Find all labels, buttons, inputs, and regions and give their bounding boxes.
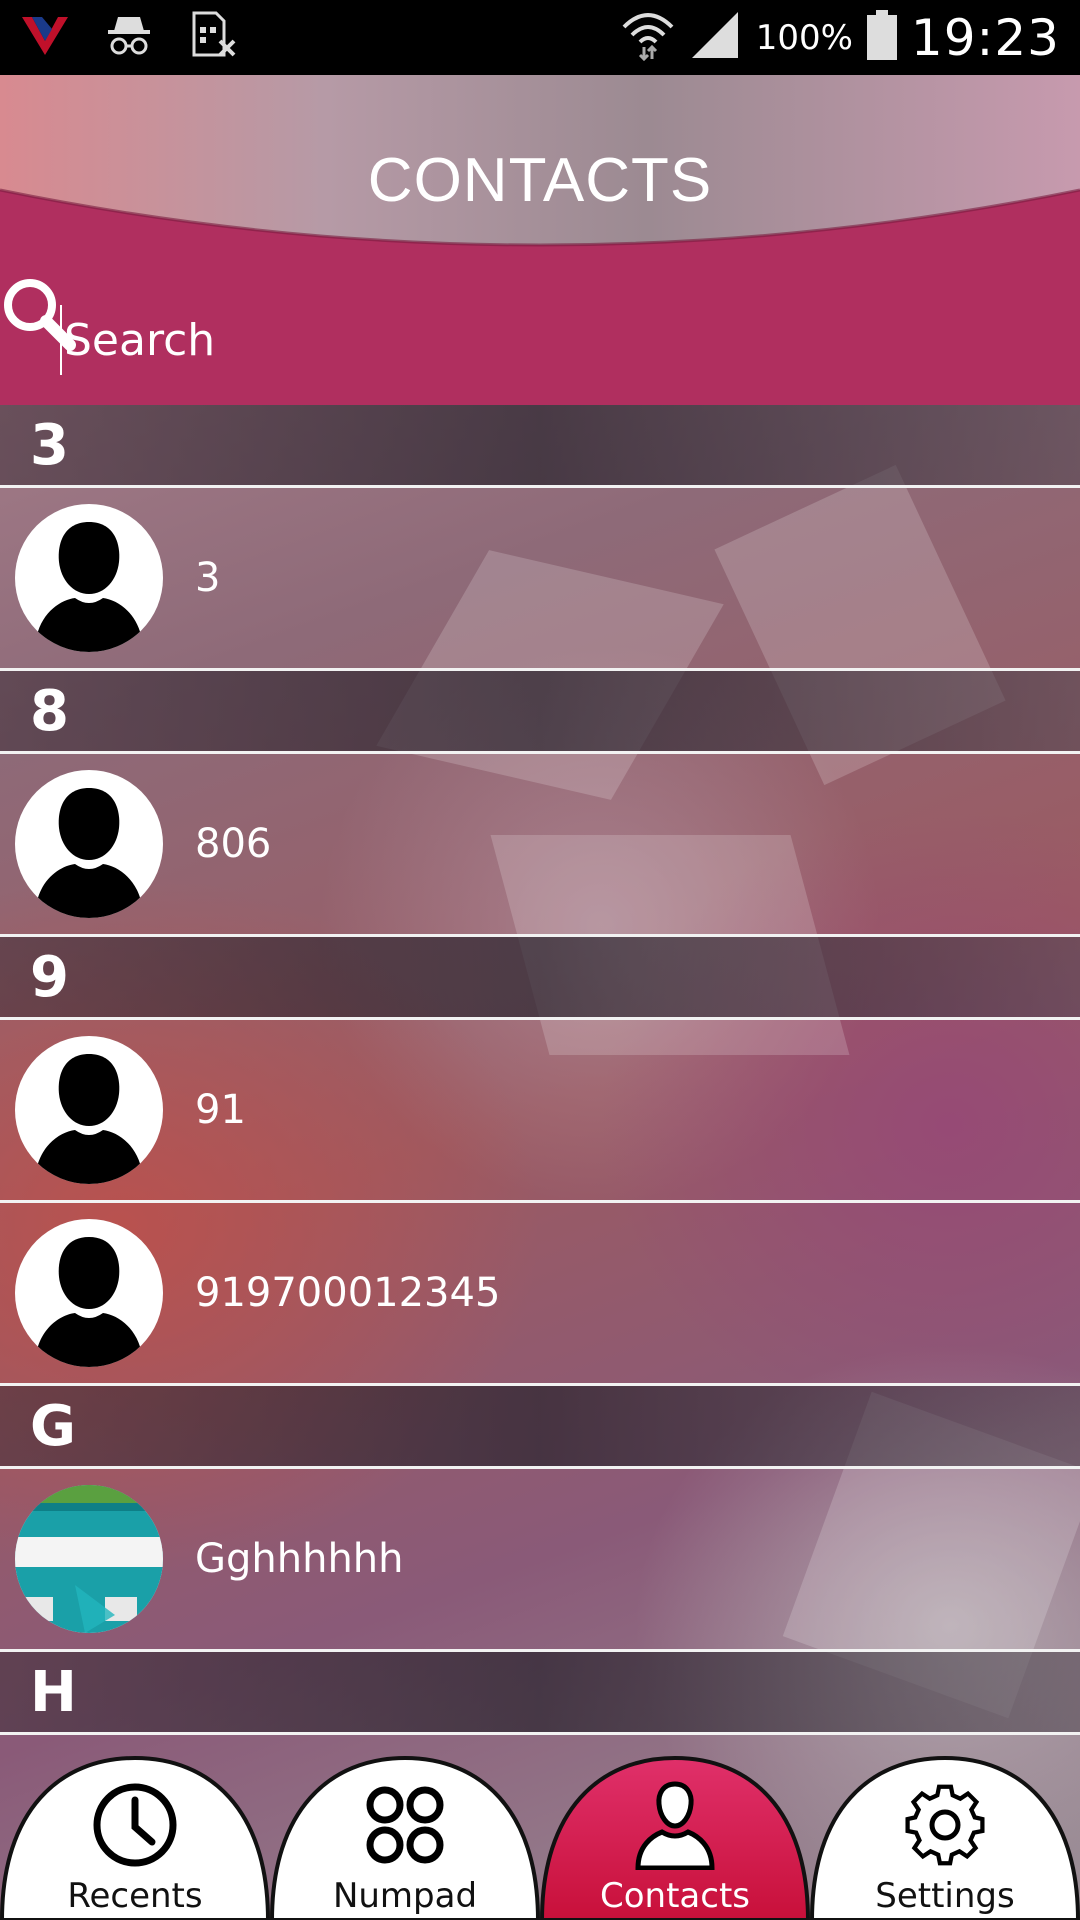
wifi-icon <box>620 9 676 66</box>
contact-name: 919700012345 <box>195 1270 501 1316</box>
contact-row[interactable]: 919700012345 <box>0 1203 1080 1386</box>
person-icon <box>630 1780 720 1871</box>
search-bar[interactable] <box>0 275 1080 405</box>
section-header-g: G <box>0 1386 1080 1469</box>
tab-recents[interactable]: Recents <box>0 1750 270 1920</box>
section-header-8: 8 <box>0 671 1080 754</box>
contact-row[interactable]: 3 <box>0 488 1080 671</box>
avatar-photo-icon <box>15 1485 163 1633</box>
contact-name: Gghhhhhh <box>195 1536 404 1582</box>
search-input[interactable] <box>60 305 960 375</box>
numpad-icon <box>360 1780 450 1870</box>
gear-icon <box>900 1780 990 1870</box>
tab-label: Settings <box>875 1876 1015 1916</box>
incognito-icon <box>104 13 154 62</box>
header: CONTACTS <box>0 75 1080 405</box>
contact-name: 3 <box>195 555 221 601</box>
contact-row[interactable]: Gghhhhhh <box>0 1469 1080 1652</box>
avatar-default-icon <box>15 1219 163 1367</box>
status-bar: 100% 19:23 <box>0 0 1080 75</box>
contact-row[interactable]: 91 <box>0 1020 1080 1203</box>
signal-icon <box>690 10 742 65</box>
contact-name: 806 <box>195 821 272 867</box>
tab-contacts[interactable]: Contacts <box>540 1750 810 1920</box>
sim-off-icon <box>188 11 238 64</box>
tab-label: Numpad <box>332 1876 478 1916</box>
clock-icon <box>90 1780 180 1870</box>
avatar-default-icon <box>15 1036 163 1184</box>
avatar-default-icon <box>15 504 163 652</box>
section-header-3: 3 <box>0 405 1080 488</box>
page-title: CONTACTS <box>367 146 713 215</box>
contact-list[interactable]: 3 3 8 806 9 91 919700012345 G Gghhhhhh H <box>0 405 1080 1735</box>
contact-row[interactable]: 806 <box>0 754 1080 937</box>
tab-label: Recents <box>67 1876 203 1916</box>
section-header-h: H <box>0 1652 1080 1735</box>
tab-numpad[interactable]: Numpad <box>270 1750 540 1920</box>
section-header-9: 9 <box>0 937 1080 1020</box>
avatar-default-icon <box>15 770 163 918</box>
tab-settings[interactable]: Settings <box>810 1750 1080 1920</box>
contact-name: 91 <box>195 1087 246 1133</box>
battery-icon <box>866 10 897 65</box>
battery-percent: 100% <box>755 17 853 58</box>
tab-label: Contacts <box>600 1876 750 1916</box>
bottom-nav: Recents Numpad Contacts Settings <box>0 1750 1080 1920</box>
status-time: 19:23 <box>910 8 1060 67</box>
app-logo-icon <box>20 13 70 62</box>
